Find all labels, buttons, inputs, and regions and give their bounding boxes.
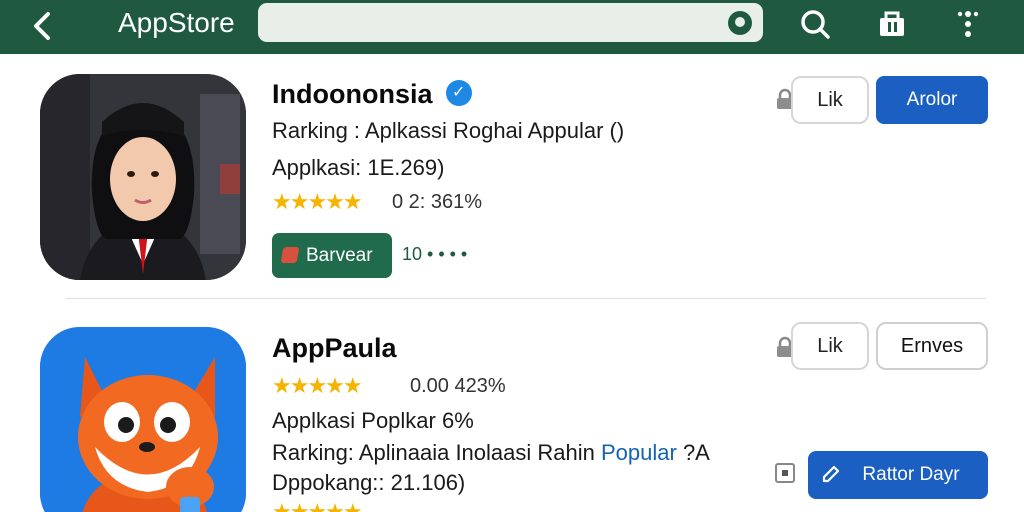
like-button-2[interactable]: Lik (791, 322, 869, 370)
verified-icon (446, 80, 472, 106)
divider (66, 298, 986, 299)
star-rating-partial: ★★★★★ (272, 499, 363, 512)
ranking-prefix: Rarking: Aplinaaia Inolaasi Rahin (272, 440, 601, 465)
star-rating: ★★★★★ (272, 189, 363, 214)
top-bar: AppStore (0, 0, 1024, 54)
app-count-text: Applkasi: 1E.269) (272, 155, 445, 180)
mic-icon[interactable] (728, 11, 752, 35)
app-icon-fox[interactable] (40, 327, 246, 512)
browse-button[interactable]: Barvear (272, 233, 392, 278)
search-input[interactable] (258, 3, 763, 42)
checkbox-icon[interactable] (775, 463, 795, 483)
star-rating: ★★★★★ (272, 373, 363, 398)
browse-button-label: Barvear (306, 245, 373, 266)
tag-icon (280, 247, 300, 263)
like-button-1[interactable]: Lik (791, 76, 869, 124)
primary-button[interactable]: Rattor Dayr (808, 451, 988, 499)
ranking-suffix: ?A (676, 440, 710, 465)
downloads-text: Dppokang:: 21.106) (272, 470, 466, 495)
ranking-text: Rarking: Aplinaaia Inolaasi Rahin Popula… (272, 440, 710, 466)
search-icon[interactable] (797, 6, 833, 42)
edit-icon (822, 465, 840, 483)
action-button-2[interactable]: Ernves (876, 322, 988, 370)
ranking-text: Rarking : Aplkassi Roghai Appular () (272, 118, 625, 143)
app-count-text: Applkasi Poplkar 6% (272, 408, 474, 433)
ranking-highlight: Popular (600, 440, 677, 465)
bag-icon[interactable] (874, 6, 910, 42)
app-title-1[interactable]: Indoononsia (272, 78, 432, 110)
app-title: AppStore (118, 7, 235, 38)
rating-text: 0 2: 361% (392, 191, 483, 213)
rating-text: 0.00 423% (410, 375, 506, 397)
app-icon-person[interactable] (40, 74, 246, 280)
page-dots: 10 • • • • (402, 244, 468, 264)
back-arrow-icon[interactable] (26, 8, 62, 44)
primary-button-label: Rattor Dayr (862, 464, 960, 485)
more-icon[interactable] (950, 6, 986, 42)
app-title-2[interactable]: AppPaula (272, 332, 397, 364)
action-button-1[interactable]: Arolor (876, 76, 988, 124)
